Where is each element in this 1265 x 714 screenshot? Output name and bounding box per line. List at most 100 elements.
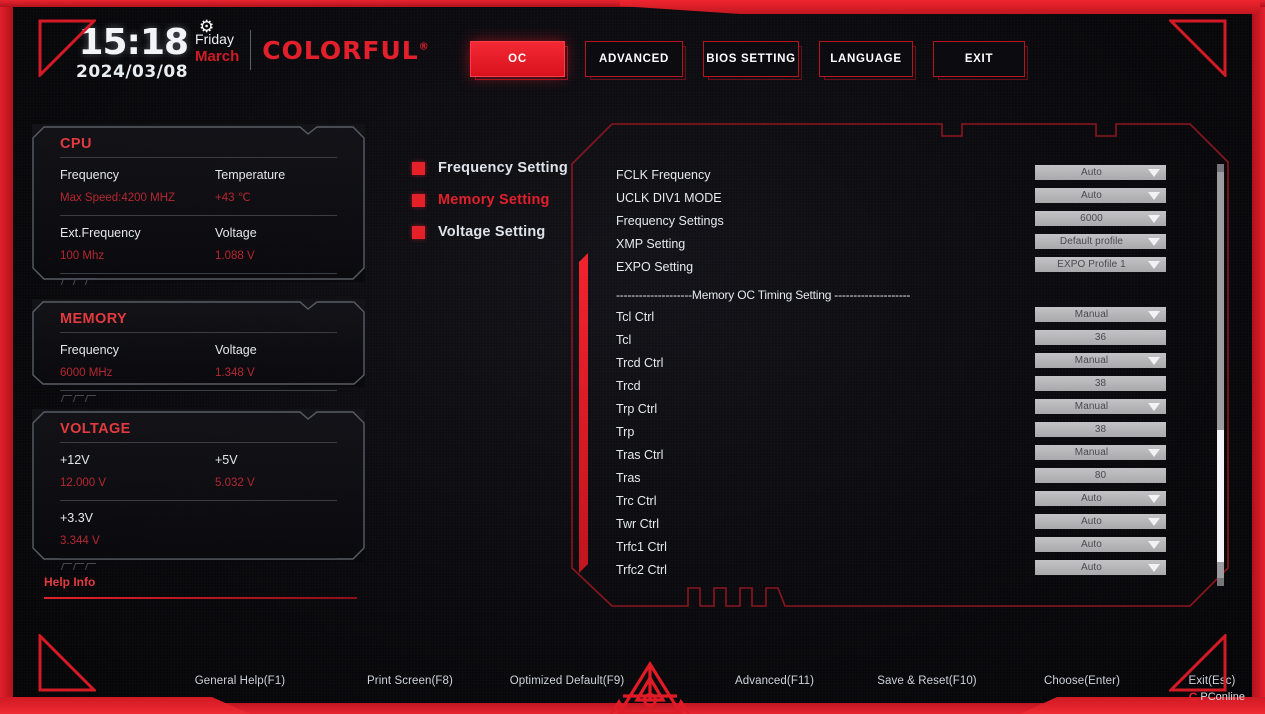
setting-label-expo-setting: EXPO Setting — [616, 259, 694, 274]
memory-card-title: MEMORY — [60, 311, 128, 327]
clock-block: 15:18 2024/03/08 ⚙ Friday March COLORFUL… — [76, 18, 430, 82]
setting-control-trfc2-ctrl[interactable]: Auto — [1035, 560, 1166, 575]
voltage-card-title: VOLTAGE — [60, 421, 131, 437]
setting-control-tcl[interactable]: 36 — [1035, 330, 1166, 345]
setting-label-trcd: Trcd — [616, 378, 641, 393]
setting-control-tras[interactable]: 80 — [1035, 468, 1166, 483]
setting-row-trcd-ctrl: Trcd Ctrl Manual — [616, 351, 1194, 374]
chevron-down-icon — [1148, 237, 1160, 246]
setting-value-uclk-div1-mode: Auto — [1081, 190, 1102, 201]
setting-control-fclk-frequency[interactable]: Auto — [1035, 165, 1166, 180]
settings-scrollbar[interactable] — [1217, 164, 1224, 586]
tab-bios-setting-label: BIOS SETTING — [706, 53, 796, 65]
tab-advanced[interactable]: ADVANCED — [585, 41, 686, 80]
setting-control-expo-setting[interactable]: EXPO Profile 1 — [1035, 257, 1166, 272]
setting-label-trfc1-ctrl: Trfc1 Ctrl — [616, 539, 667, 554]
colorful-emblem-logo — [593, 660, 707, 714]
voltage-33v-cell: +3.3V 3.344 V — [60, 509, 215, 550]
settings-panel: FCLK Frequency Auto UCLK DIV1 MODE Auto … — [570, 118, 1230, 618]
setting-label-tras-ctrl: Tras Ctrl — [616, 447, 664, 462]
tab-language-label: LANGUAGE — [830, 53, 902, 65]
help-info-section: Help Info — [44, 575, 357, 599]
setting-value-trfc1-ctrl: Auto — [1081, 539, 1102, 550]
menu-item-voltage-setting[interactable]: Voltage Setting — [412, 216, 568, 248]
setting-value-trcd-ctrl: Manual — [1074, 355, 1109, 366]
setting-row-tcl-ctrl: Tcl Ctrl Manual — [616, 305, 1194, 328]
tab-exit[interactable]: EXIT — [933, 41, 1028, 80]
voltage-info-card: VOLTAGE +12V 12.000 V +5V 5.032 V +3.3V … — [32, 409, 365, 570]
menu-item-memory-setting[interactable]: Memory Setting — [412, 184, 568, 216]
memory-voltage-label: Voltage — [215, 343, 257, 357]
frame-top-accent — [620, 0, 1260, 14]
setting-row-trp-ctrl: Trp Ctrl Manual — [616, 397, 1194, 420]
setting-control-trcd-ctrl[interactable]: Manual — [1035, 353, 1166, 368]
tab-bios-setting[interactable]: BIOS SETTING — [703, 41, 802, 80]
tab-language[interactable]: LANGUAGE — [819, 41, 916, 80]
corner-decoration-top-left — [38, 19, 96, 77]
brand-registered-mark: ® — [418, 41, 430, 53]
setting-label-trp-ctrl: Trp Ctrl — [616, 401, 658, 416]
voltage-row-1: +12V 12.000 V +5V 5.032 V — [60, 443, 337, 500]
chevron-down-icon — [1148, 168, 1160, 177]
setting-value-trfc2-ctrl: Auto — [1081, 562, 1102, 573]
setting-control-tras-ctrl[interactable]: Manual — [1035, 445, 1166, 460]
setting-value-trp-ctrl: Manual — [1074, 401, 1109, 412]
footer-key-general-help[interactable]: General Help(F1) — [155, 675, 325, 687]
cpu-temperature-cell: Temperature +43 ℃ — [215, 166, 337, 207]
chevron-down-icon — [1148, 494, 1160, 503]
menu-item-frequency-setting[interactable]: Frequency Setting — [412, 152, 568, 184]
footer-key-advanced[interactable]: Advanced(F11) — [697, 675, 852, 687]
chevron-down-icon — [1148, 214, 1160, 223]
setting-control-trp-ctrl[interactable]: Manual — [1035, 399, 1166, 414]
cpu-card-footer-marks — [60, 274, 337, 287]
setting-row-trcd: Trcd 38 — [616, 374, 1194, 397]
setting-value-fclk-frequency: Auto — [1081, 167, 1102, 178]
setting-control-tcl-ctrl[interactable]: Manual — [1035, 307, 1166, 322]
corner-decoration-top-right — [1169, 19, 1227, 77]
setting-value-expo-setting: EXPO Profile 1 — [1057, 259, 1126, 270]
tab-oc-label: OC — [508, 53, 527, 65]
setting-label-uclk-div1-mode: UCLK DIV1 MODE — [616, 190, 722, 205]
clock-dayinfo: ⚙ Friday March — [195, 18, 240, 65]
setting-label-tras: Tras — [616, 470, 641, 485]
setting-control-trc-ctrl[interactable]: Auto — [1035, 491, 1166, 506]
setting-control-uclk-div1-mode[interactable]: Auto — [1035, 188, 1166, 203]
setting-control-frequency-settings[interactable]: 6000 — [1035, 211, 1166, 226]
cpu-temperature-value: +43 ℃ — [215, 192, 251, 204]
tab-oc[interactable]: OC — [470, 41, 568, 80]
setting-row-uclk-div1-mode: UCLK DIV1 MODE Auto — [616, 186, 1194, 209]
cpu-temperature-label: Temperature — [215, 168, 286, 182]
brand-text: COLORFUL — [262, 36, 419, 65]
setting-label-fclk-frequency: FCLK Frequency — [616, 167, 711, 182]
menu-item-voltage-setting-label: Voltage Setting — [438, 224, 546, 240]
voltage-12v-label: +12V — [60, 453, 90, 467]
setting-control-trp[interactable]: 38 — [1035, 422, 1166, 437]
footer-key-print-screen[interactable]: Print Screen(F8) — [335, 675, 485, 687]
clock-month: March — [195, 48, 240, 65]
settings-panel-accent-bar — [579, 253, 588, 573]
setting-control-xmp-setting[interactable]: Default profile — [1035, 234, 1166, 249]
settings-rows: FCLK Frequency Auto UCLK DIV1 MODE Auto … — [616, 163, 1194, 588]
scrollbar-thumb[interactable] — [1217, 430, 1224, 562]
chevron-down-icon — [1148, 517, 1160, 526]
setting-control-trcd[interactable]: 38 — [1035, 376, 1166, 391]
corner-decoration-bottom-right — [1169, 634, 1227, 692]
cpu-voltage-label: Voltage — [215, 226, 257, 240]
voltage-row-2: +3.3V 3.344 V — [60, 501, 337, 558]
frame-left-edge — [0, 0, 13, 714]
setting-row-xmp-setting: XMP Setting Default profile — [616, 232, 1194, 255]
setting-label-trfc2-ctrl: Trfc2 Ctrl — [616, 562, 667, 577]
footer-key-choose[interactable]: Choose(Enter) — [1012, 675, 1152, 687]
bios-screen: 15:18 2024/03/08 ⚙ Friday March COLORFUL… — [0, 0, 1265, 714]
corner-decoration-bottom-left — [38, 634, 96, 692]
cpu-frequency-label: Frequency — [60, 168, 120, 182]
cpu-extfrequency-label: Ext.Frequency — [60, 226, 141, 240]
setting-control-twr-ctrl[interactable]: Auto — [1035, 514, 1166, 529]
setting-row-fclk-frequency: FCLK Frequency Auto — [616, 163, 1194, 186]
setting-value-twr-ctrl: Auto — [1081, 516, 1102, 527]
setting-control-trfc1-ctrl[interactable]: Auto — [1035, 537, 1166, 552]
footer-key-save-reset[interactable]: Save & Reset(F10) — [852, 675, 1002, 687]
memory-row-1: Frequency 6000 MHz Voltage 1.348 V — [60, 333, 337, 390]
cpu-row-2: Ext.Frequency 100 Mhz Voltage 1.088 V — [60, 216, 337, 273]
cpu-voltage-cell: Voltage 1.088 V — [215, 224, 337, 265]
